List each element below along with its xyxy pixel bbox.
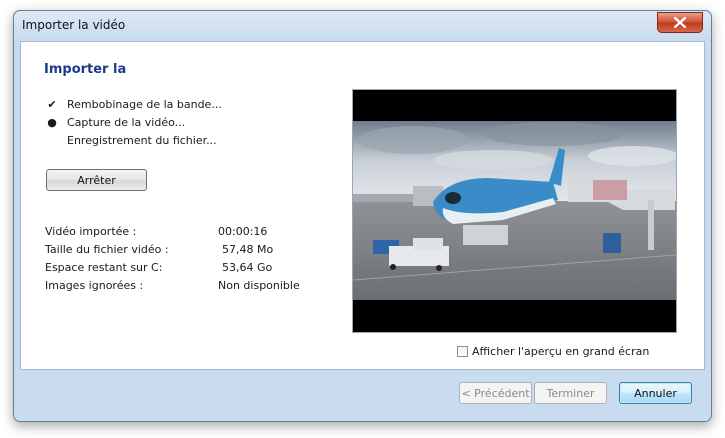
video-frame-image	[352, 90, 678, 332]
close-button[interactable]	[657, 12, 703, 33]
finish-button[interactable]: Terminer	[534, 382, 607, 404]
title-bar[interactable]: Importer la vidéo	[14, 11, 711, 41]
step-capture-label: Capture de la vidéo...	[67, 116, 186, 129]
stat-filesize-value: 57,48 Mo	[222, 243, 274, 256]
stat-filesize-label: Taille du fichier vidéo :	[45, 243, 169, 256]
dialog-content: Importer la ✔ Rembobinage de la bande...…	[20, 41, 705, 370]
import-video-dialog: Importer la vidéo Importer la ✔ Rembobin…	[13, 10, 712, 422]
window-title: Importer la vidéo	[22, 18, 126, 32]
close-icon	[674, 17, 686, 28]
cancel-button[interactable]: Annuler	[619, 382, 692, 404]
stat-space-label: Espace restant sur C:	[45, 261, 163, 274]
stat-skipped-value: Non disponible	[218, 279, 300, 292]
checkmark-icon: ✔	[47, 98, 57, 111]
stat-skipped-label: Images ignorées :	[45, 279, 144, 292]
fullscreen-checkbox-label: Afficher l'aperçu en grand écran	[472, 345, 650, 358]
stat-imported-value: 00:00:16	[218, 225, 268, 238]
page-heading: Importer la	[44, 62, 127, 77]
video-preview	[352, 89, 678, 333]
fullscreen-preview-option[interactable]: Afficher l'aperçu en grand écran	[457, 345, 649, 358]
fullscreen-checkbox[interactable]	[457, 346, 468, 357]
previous-button[interactable]: < Précédent	[459, 382, 532, 404]
step-rewind-label: Rembobinage de la bande...	[67, 98, 222, 111]
stat-space-value: 53,64 Go	[222, 261, 273, 274]
stop-button[interactable]: Arrêter	[46, 169, 147, 191]
step-save-label: Enregistrement du fichier...	[67, 134, 217, 147]
stat-imported-label: Vidéo importée :	[45, 225, 137, 238]
bullet-icon: ●	[47, 116, 57, 129]
